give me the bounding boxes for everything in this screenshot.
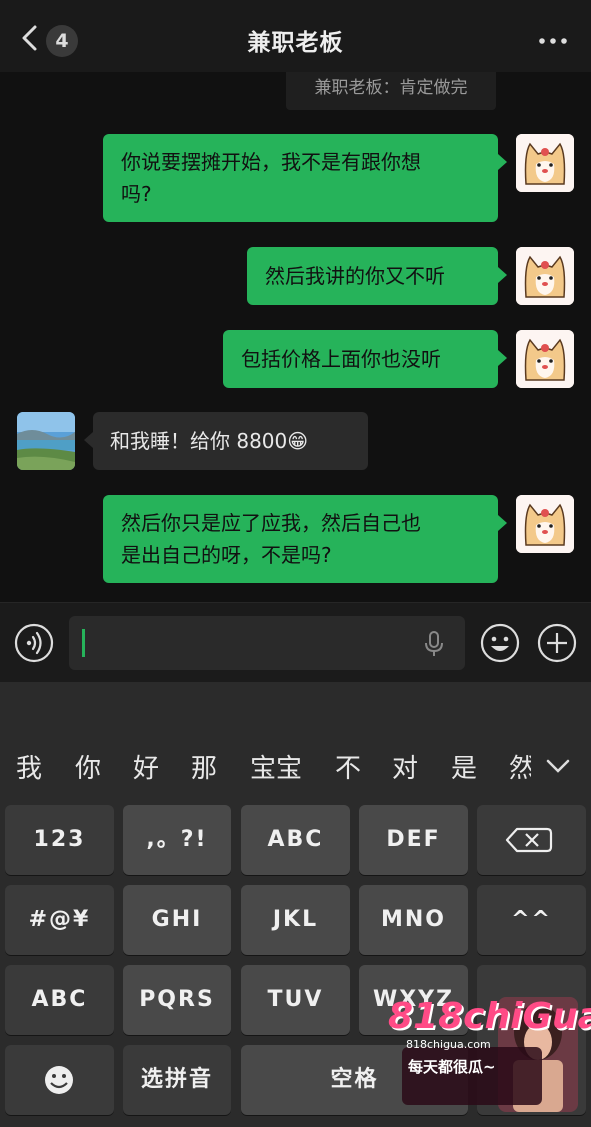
candidate-word[interactable]: 然 bbox=[509, 748, 531, 785]
my-avatar[interactable] bbox=[516, 330, 574, 388]
landscape-avatar-icon bbox=[17, 412, 75, 470]
key-123[interactable]: 123 bbox=[5, 805, 114, 875]
bubble-tail bbox=[498, 154, 507, 170]
message-list[interactable]: 兼职老板：肯定做完 你说要摆摊开始，我不是有跟你想 吗? 然后我讲的你又不听 包… bbox=[0, 72, 591, 602]
watermark-site: 818chigua.com bbox=[406, 1038, 491, 1051]
key-tuv[interactable]: TUV bbox=[241, 965, 350, 1035]
input-bar bbox=[0, 602, 591, 683]
key-pqrs[interactable]: PQRS bbox=[123, 965, 231, 1035]
candidate-word[interactable]: 你 bbox=[75, 748, 101, 785]
bubble-tail bbox=[498, 350, 507, 366]
watermark-logo-text: 818chiGua bbox=[388, 996, 591, 1037]
bubble-tail bbox=[84, 432, 93, 448]
key-jkl[interactable]: JKL bbox=[241, 885, 350, 955]
key-def[interactable]: DEF bbox=[359, 805, 468, 875]
key-ghi[interactable]: GHI bbox=[123, 885, 231, 955]
voice-input-icon[interactable] bbox=[14, 623, 54, 663]
key-symbols[interactable]: #@¥ bbox=[5, 885, 114, 955]
message-bubble-sent[interactable]: 包括价格上面你也没听 bbox=[223, 330, 498, 388]
message-text: 和我睡！给你 8800😁 bbox=[110, 429, 309, 453]
cat-avatar-icon bbox=[516, 247, 574, 305]
chat-title: 兼职老板 bbox=[247, 30, 344, 56]
cat-avatar-icon bbox=[516, 134, 574, 192]
candidate-bar: 我 你 好 那 宝宝 不 对 是 然 bbox=[0, 726, 591, 808]
key-mno[interactable]: MNO bbox=[359, 885, 468, 955]
message-text: 然后我讲的你又不听 bbox=[265, 264, 445, 288]
bubble-tail bbox=[498, 515, 507, 531]
contact-avatar[interactable] bbox=[17, 412, 75, 470]
chevron-down-icon[interactable] bbox=[544, 756, 572, 776]
message-text: 是出自己的呀，不是吗? bbox=[121, 543, 332, 567]
emoji-key-icon bbox=[45, 1066, 73, 1094]
message-text: 然后你只是应了应我，然后自己也 bbox=[121, 511, 421, 535]
candidate-word[interactable]: 那 bbox=[191, 748, 217, 785]
key-abc[interactable]: ABC bbox=[241, 805, 350, 875]
text-cursor bbox=[82, 629, 85, 657]
message-input[interactable] bbox=[69, 616, 465, 670]
plus-icon[interactable] bbox=[537, 623, 577, 663]
key-backspace[interactable] bbox=[477, 805, 586, 875]
key-kaomoji[interactable]: ^^ bbox=[477, 885, 586, 955]
watermark-slogan: 每天都很瓜~ bbox=[408, 1058, 496, 1076]
message-text: 包括价格上面你也没听 bbox=[241, 347, 441, 371]
more-options-icon[interactable] bbox=[539, 38, 567, 44]
backspace-icon bbox=[505, 827, 553, 853]
emoji-icon[interactable] bbox=[480, 623, 520, 663]
candidate-word[interactable]: 宝宝 bbox=[250, 748, 302, 785]
key-select-pinyin[interactable]: 选拼音 bbox=[123, 1045, 231, 1115]
candidate-word[interactable]: 我 bbox=[16, 748, 42, 785]
my-avatar[interactable] bbox=[516, 134, 574, 192]
watermark-overlay: 818chiGua 818chigua.com 每天都很瓜~ bbox=[388, 992, 591, 1117]
quoted-message[interactable]: 兼职老板：肯定做完 bbox=[286, 72, 496, 110]
key-punctuation[interactable]: ,。?! bbox=[123, 805, 231, 875]
candidate-word[interactable]: 好 bbox=[133, 748, 159, 785]
message-text: 你说要摆摊开始，我不是有跟你想 bbox=[121, 150, 421, 174]
candidate-word[interactable]: 不 bbox=[335, 748, 361, 785]
bubble-tail bbox=[498, 267, 507, 283]
cat-avatar-icon bbox=[516, 330, 574, 388]
key-abc-switch[interactable]: ABC bbox=[5, 965, 114, 1035]
key-emoji[interactable] bbox=[5, 1045, 114, 1115]
candidate-word[interactable]: 是 bbox=[451, 748, 477, 785]
my-avatar[interactable] bbox=[516, 247, 574, 305]
message-bubble-sent[interactable]: 你说要摆摊开始，我不是有跟你想 吗? bbox=[103, 134, 498, 222]
message-bubble-received[interactable]: 和我睡！给你 8800😁 bbox=[93, 412, 368, 470]
candidate-word[interactable]: 对 bbox=[392, 748, 418, 785]
microphone-icon[interactable] bbox=[423, 630, 445, 658]
message-bubble-sent[interactable]: 然后我讲的你又不听 bbox=[247, 247, 498, 305]
cat-avatar-icon bbox=[516, 495, 574, 553]
message-bubble-sent[interactable]: 然后你只是应了应我，然后自己也 是出自己的呀，不是吗? bbox=[103, 495, 498, 583]
my-avatar[interactable] bbox=[516, 495, 574, 553]
message-text: 吗? bbox=[121, 182, 152, 206]
chat-header: 4 兼职老板 bbox=[0, 0, 591, 73]
